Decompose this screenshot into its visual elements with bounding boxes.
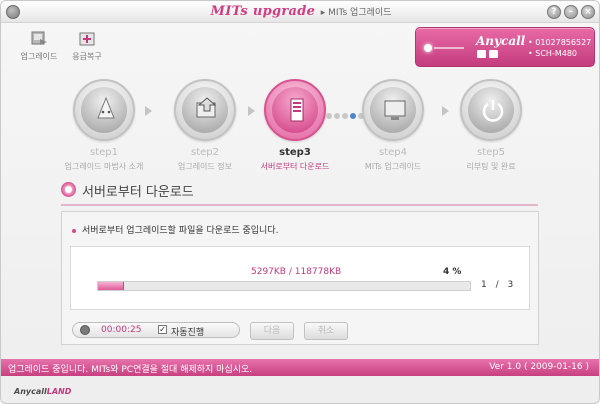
auto-proceed-label: 자동진행 bbox=[171, 328, 205, 338]
section-title: 서버로부터 다운로드 bbox=[82, 185, 194, 200]
download-message: 서버로부터 업그레이드할 파일을 다운로드 중입니다. bbox=[72, 223, 278, 236]
step-4-title: step4 bbox=[379, 147, 407, 158]
clock-icon bbox=[80, 325, 90, 335]
version-label: Ver 1.0 ( 2009-01-16 ) bbox=[489, 362, 589, 372]
title-logo: MITs upgrade bbox=[210, 4, 316, 19]
step-4-circle bbox=[362, 79, 424, 141]
step-2-desc: 업그레이드 정보 bbox=[177, 162, 233, 171]
step-4-desc: MITs 업그레이드 bbox=[364, 162, 422, 171]
app-window: MITs upgrade ▸ MITs 업그레이드 ? – × 업그레이드 응급… bbox=[0, 0, 600, 404]
step-5-circle bbox=[460, 79, 522, 141]
footer-logo-main: Anycall bbox=[14, 387, 47, 396]
device-phone-icon bbox=[489, 50, 498, 58]
step-5-desc: 리부팅 및 완료 bbox=[466, 162, 516, 171]
step-3-title: step3 bbox=[279, 147, 311, 158]
help-button[interactable]: ? bbox=[547, 5, 561, 19]
step-3-circle bbox=[264, 79, 326, 141]
download-panel: 서버로부터 업그레이드할 파일을 다운로드 중입니다. 5297KB / 118… bbox=[61, 211, 539, 345]
download-message-text: 서버로부터 업그레이드할 파일을 다운로드 중입니다. bbox=[82, 226, 279, 236]
progress-box: 5297KB / 118778KB 4 % 1 / 3 bbox=[70, 246, 530, 310]
step-5: step5 리부팅 및 완료 bbox=[449, 79, 533, 172]
cancel-button[interactable]: 취소 bbox=[304, 322, 348, 340]
title-bar[interactable]: MITs upgrade ▸ MITs 업그레이드 ? – × bbox=[1, 1, 599, 23]
progress-dot bbox=[326, 113, 332, 119]
power-icon bbox=[482, 100, 504, 122]
device-info: • 01027856527 • SCH-M480 bbox=[528, 37, 591, 59]
message-bullet-icon bbox=[72, 228, 76, 233]
progress-percent: 4 % bbox=[443, 267, 462, 277]
progress-bar-fill bbox=[98, 282, 124, 290]
toolbar-recovery-button[interactable]: 응급복구 bbox=[63, 31, 111, 62]
toolbar-upgrade-label: 업그레이드 bbox=[20, 52, 58, 61]
progress-dot bbox=[342, 113, 348, 119]
device-phone-icon bbox=[477, 50, 486, 58]
device-brand: Anycall bbox=[476, 34, 526, 48]
device-panel: Anycall • 01027856527 • SCH-M480 bbox=[415, 27, 595, 67]
step-arrow-icon bbox=[145, 106, 152, 116]
recovery-icon bbox=[79, 32, 95, 46]
step-1-circle bbox=[73, 79, 135, 141]
footer-logo: AnycallLAND bbox=[14, 387, 71, 396]
status-bar: 업그레이드 중입니다. MITs와 PC연결을 절대 해제하지 마십시오. Ve… bbox=[1, 359, 599, 376]
close-button[interactable]: × bbox=[581, 5, 595, 19]
step-2-circle bbox=[174, 79, 236, 141]
upgrade-icon bbox=[31, 31, 47, 45]
step-1-title: step1 bbox=[90, 147, 118, 158]
window-title: MITs upgrade ▸ MITs 업그레이드 bbox=[1, 4, 599, 19]
auto-proceed-checkbox[interactable]: ✓ bbox=[158, 325, 167, 334]
step-3-desc: 서버로부터 다운로드 bbox=[260, 162, 330, 171]
status-message: 업그레이드 중입니다. MITs와 PC연결을 절대 해제하지 마십시오. bbox=[8, 365, 253, 375]
server-icon bbox=[290, 98, 304, 122]
device-phone-number: • 01027856527 bbox=[528, 38, 592, 47]
step-1-desc: 업그레이드 마법사 소개 bbox=[64, 162, 144, 171]
step-arrow-icon bbox=[442, 106, 449, 116]
step-1: step1 업그레이드 마법사 소개 bbox=[62, 79, 146, 172]
step-2: step2 업그레이드 정보 bbox=[163, 79, 247, 172]
wizard-icon bbox=[97, 97, 115, 119]
progress-bar bbox=[97, 281, 471, 291]
progress-text: 5297KB / 118778KB bbox=[251, 267, 342, 277]
title-subtitle: ▸ MITs 업그레이드 bbox=[320, 8, 392, 18]
timer-box: 00:00:25 ✓ 자동진행 bbox=[72, 322, 240, 338]
step-5-title: step5 bbox=[477, 147, 505, 158]
footer-logo-accent: LAND bbox=[46, 387, 72, 396]
next-button[interactable]: 다음 bbox=[250, 322, 294, 340]
toolbar-recovery-label: 응급복구 bbox=[72, 52, 102, 61]
section-divider bbox=[61, 204, 538, 206]
elapsed-time: 00:00:25 bbox=[101, 325, 142, 335]
upgrade-monitor-icon bbox=[384, 100, 406, 120]
section-bullet-icon bbox=[61, 182, 76, 197]
step-3: step3 서버로부터 다운로드 bbox=[253, 79, 337, 172]
toolbar-upgrade-button[interactable]: 업그레이드 bbox=[15, 31, 63, 62]
device-model: • SCH-M480 bbox=[528, 49, 577, 58]
step-4: step4 MITs 업그레이드 bbox=[351, 79, 435, 172]
connection-indicator-icon bbox=[424, 44, 432, 52]
step-2-title: step2 bbox=[191, 147, 219, 158]
info-monitor-icon bbox=[196, 97, 217, 118]
file-count: 1 / 3 bbox=[481, 280, 514, 290]
minimize-button[interactable]: – bbox=[564, 5, 578, 19]
progress-dot bbox=[334, 113, 340, 119]
connection-line bbox=[434, 47, 464, 49]
wizard-steps: step1 업그레이드 마법사 소개 step2 업그레이드 정보 step3 … bbox=[1, 79, 599, 175]
